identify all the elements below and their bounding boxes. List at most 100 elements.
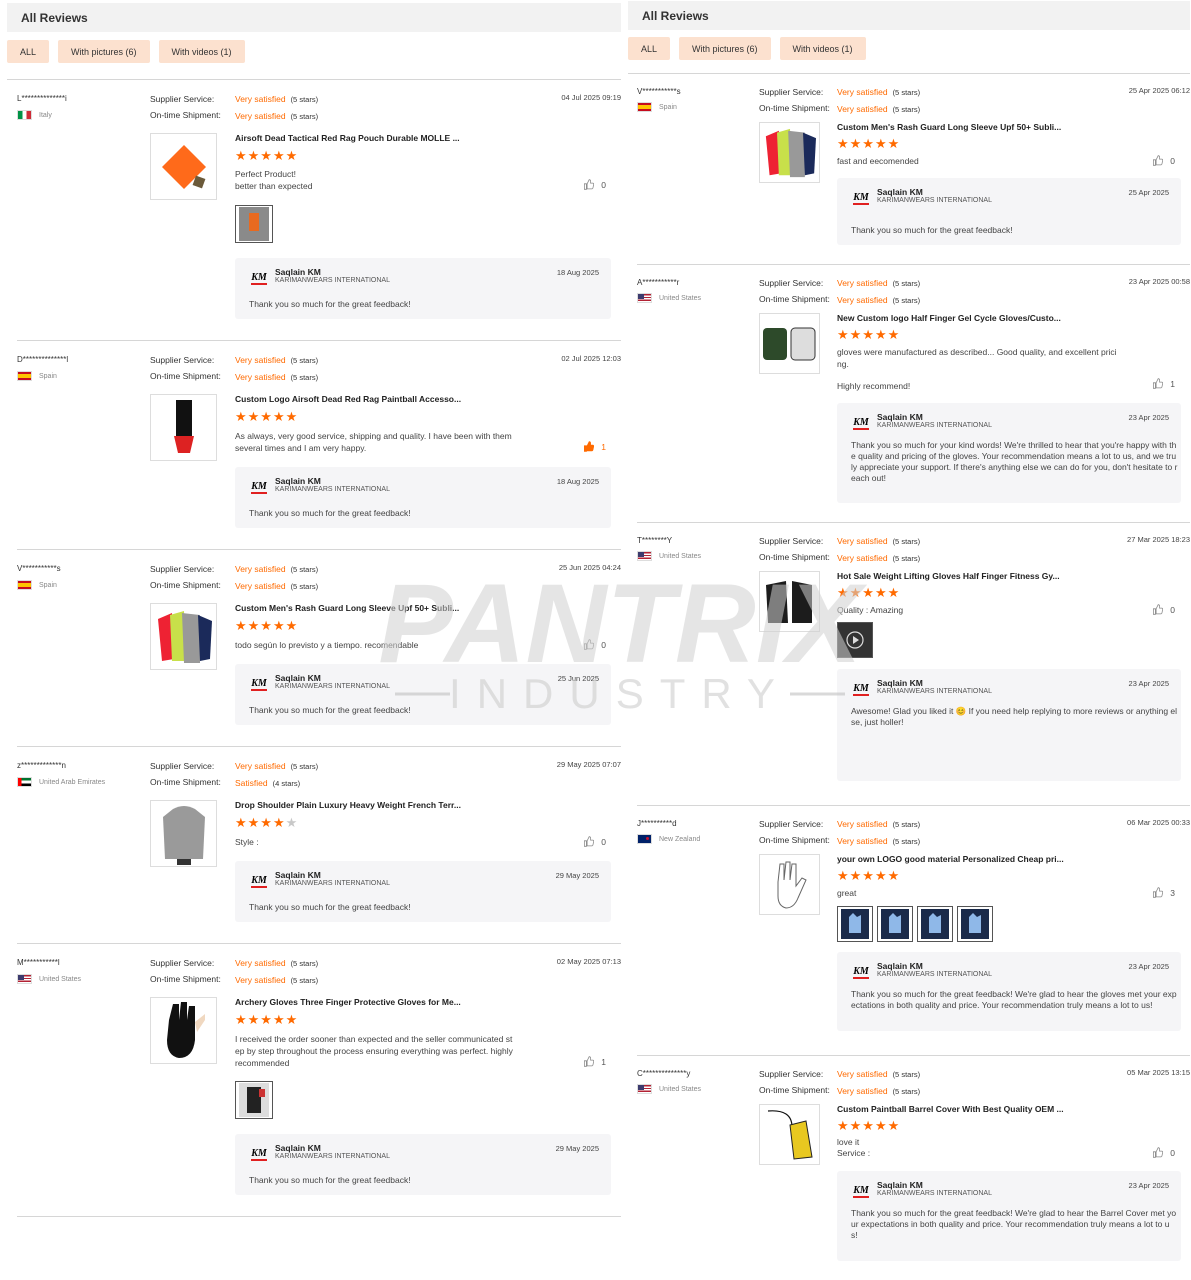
- product-title[interactable]: Custom Men's Rash Guard Long Sleeve Upf …: [235, 603, 459, 613]
- seller-logo: KM: [853, 1185, 869, 1198]
- product-title[interactable]: your own LOGO good material Personalized…: [837, 854, 1064, 864]
- shipment-rating: Satisfied: [235, 778, 268, 788]
- seller-name: Saqlain KM: [275, 476, 321, 486]
- reviewer-country: Spain: [17, 580, 57, 590]
- seller-logo: KM: [853, 417, 869, 430]
- like-button[interactable]: 3: [1152, 887, 1175, 898]
- product-title[interactable]: Drop Shoulder Plain Luxury Heavy Weight …: [235, 800, 461, 810]
- product-thumbnail[interactable]: [759, 571, 820, 632]
- review-video[interactable]: [837, 622, 873, 658]
- seller-name: Saqlain KM: [877, 187, 923, 197]
- reply-date: 23 Apr 2025: [1128, 413, 1169, 422]
- reply-text-line: e quality and pricing of the gloves. You…: [851, 451, 1177, 461]
- new-zealand-flag-icon: [637, 834, 652, 844]
- shipment-rating: Very satisfied: [235, 111, 286, 121]
- like-button[interactable]: 0: [1152, 604, 1175, 615]
- product-thumbnail[interactable]: [759, 1104, 820, 1165]
- shipment-rating: Very satisfied: [837, 553, 888, 563]
- product-title[interactable]: Hot Sale Weight Lifting Gloves Half Fing…: [837, 571, 1060, 581]
- like-button[interactable]: 0: [1152, 155, 1175, 166]
- service-stars: (5 stars): [290, 356, 319, 365]
- product-title[interactable]: Custom Logo Airsoft Dead Red Rag Paintba…: [235, 394, 461, 404]
- shipment-label: On-time Shipment:: [150, 974, 221, 984]
- shipment-stars: (5 stars): [892, 554, 921, 563]
- country-name: United Arab Emirates: [39, 778, 106, 786]
- reply-date: 29 May 2025: [555, 871, 599, 880]
- rating-values: Very satisfied (5 stars) Very satisfied (5…: [837, 275, 920, 309]
- filter-pictures-button[interactable]: With pictures (6): [679, 37, 771, 60]
- review-item: A***********r United States Supplier Ser…: [637, 265, 1190, 523]
- country-name: New Zealand: [659, 835, 701, 843]
- rating-labels: Supplier Service: On-time Shipment:: [150, 955, 221, 987]
- shipment-stars: (5 stars): [892, 1087, 921, 1096]
- review-date: 02 May 2025 07:13: [556, 957, 621, 966]
- like-button[interactable]: 0: [583, 836, 606, 847]
- review-photo[interactable]: [957, 906, 993, 942]
- product-thumbnail[interactable]: [150, 997, 217, 1064]
- review-date: 02 Jul 2025 12:03: [561, 354, 621, 363]
- review-photo[interactable]: [235, 205, 273, 243]
- like-button[interactable]: 1: [583, 1056, 606, 1067]
- product-thumbnail[interactable]: [150, 603, 217, 670]
- filter-videos-button[interactable]: With videos (1): [158, 40, 245, 63]
- like-button[interactable]: 0: [583, 179, 606, 190]
- reply-text-line: ly appreciate your support. If there's a…: [851, 462, 1178, 472]
- service-stars: (5 stars): [290, 762, 319, 771]
- like-button[interactable]: 0: [1152, 1147, 1175, 1158]
- shipment-rating: Very satisfied: [837, 836, 888, 846]
- reply-text-line: Thank you so much for the great feedback…: [851, 1208, 1177, 1218]
- reply-text: Thank you so much for the great feedback…: [249, 705, 411, 715]
- supplier-service-label: Supplier Service:: [759, 278, 824, 288]
- product-thumbnail[interactable]: [759, 854, 820, 915]
- product-thumbnail[interactable]: [759, 313, 820, 374]
- filter-videos-button[interactable]: With videos (1): [779, 37, 866, 60]
- reviewer-country: United Arab Emirates: [17, 777, 105, 787]
- service-rating: Very satisfied: [235, 94, 286, 104]
- product-title[interactable]: Airsoft Dead Tactical Red Rag Pouch Dura…: [235, 133, 460, 143]
- thumbs-up-icon: [1152, 155, 1163, 166]
- filter-all-button[interactable]: ALL: [7, 40, 50, 63]
- like-button[interactable]: 1: [1152, 378, 1175, 389]
- review-text: Quality : Amazing: [837, 605, 904, 615]
- shipment-label: On-time Shipment:: [150, 371, 221, 381]
- review-photo[interactable]: [837, 906, 873, 942]
- rating-labels: Supplier Service: On-time Shipment:: [759, 84, 830, 116]
- product-thumbnail[interactable]: [150, 800, 217, 867]
- seller-reply: KM Saqlain KM KARIMANWEARS INTERNATIONAL…: [235, 1134, 611, 1195]
- product-title[interactable]: Custom Paintball Barrel Cover With Best …: [837, 1104, 1064, 1114]
- us-flag-icon: [17, 974, 32, 984]
- service-stars: (5 stars): [892, 88, 921, 97]
- product-thumbnail[interactable]: [150, 394, 217, 461]
- seller-name: Saqlain KM: [275, 267, 321, 277]
- seller-reply: KM Saqlain KM KARIMANWEARS INTERNATIONAL…: [837, 669, 1181, 781]
- seller-company: KARIMANWEARS INTERNATIONAL: [877, 971, 992, 978]
- reply-text: Thank you so much for the great feedback…: [851, 1208, 1176, 1241]
- thumbs-up-icon: [1152, 378, 1163, 389]
- review-photo[interactable]: [235, 1081, 273, 1119]
- shipment-label: On-time Shipment:: [759, 552, 830, 562]
- review-photos: [235, 205, 273, 243]
- product-title[interactable]: Archery Gloves Three Finger Protective G…: [235, 997, 461, 1007]
- review-date: 04 Jul 2025 09:19: [561, 93, 621, 102]
- review-photo[interactable]: [877, 906, 913, 942]
- thumbs-up-icon: [1152, 604, 1163, 615]
- like-button[interactable]: 1: [583, 441, 606, 452]
- supplier-service-label: Supplier Service:: [759, 87, 824, 97]
- supplier-service-label: Supplier Service:: [150, 94, 215, 104]
- filter-bar: ALL With pictures (6) With videos (1): [7, 40, 621, 63]
- seller-logo: KM: [853, 683, 869, 696]
- seller-reply: KM Saqlain KM KARIMANWEARS INTERNATIONAL…: [235, 664, 611, 725]
- like-button[interactable]: 0: [583, 639, 606, 650]
- like-count: 1: [1170, 378, 1175, 389]
- product-title[interactable]: Custom Men's Rash Guard Long Sleeve Upf …: [837, 122, 1061, 132]
- product-thumbnail[interactable]: [150, 133, 217, 200]
- reviewer-country: United States: [637, 1084, 701, 1094]
- filter-pictures-button[interactable]: With pictures (6): [58, 40, 150, 63]
- product-title[interactable]: New Custom logo Half Finger Gel Cycle Gl…: [837, 313, 1061, 323]
- product-thumbnail[interactable]: [759, 122, 820, 183]
- review-photo[interactable]: [917, 906, 953, 942]
- seller-company: KARIMANWEARS INTERNATIONAL: [275, 683, 390, 690]
- review-stars: ★★★★★: [837, 136, 901, 151]
- service-rating: Very satisfied: [235, 355, 286, 365]
- filter-all-button[interactable]: ALL: [628, 37, 671, 60]
